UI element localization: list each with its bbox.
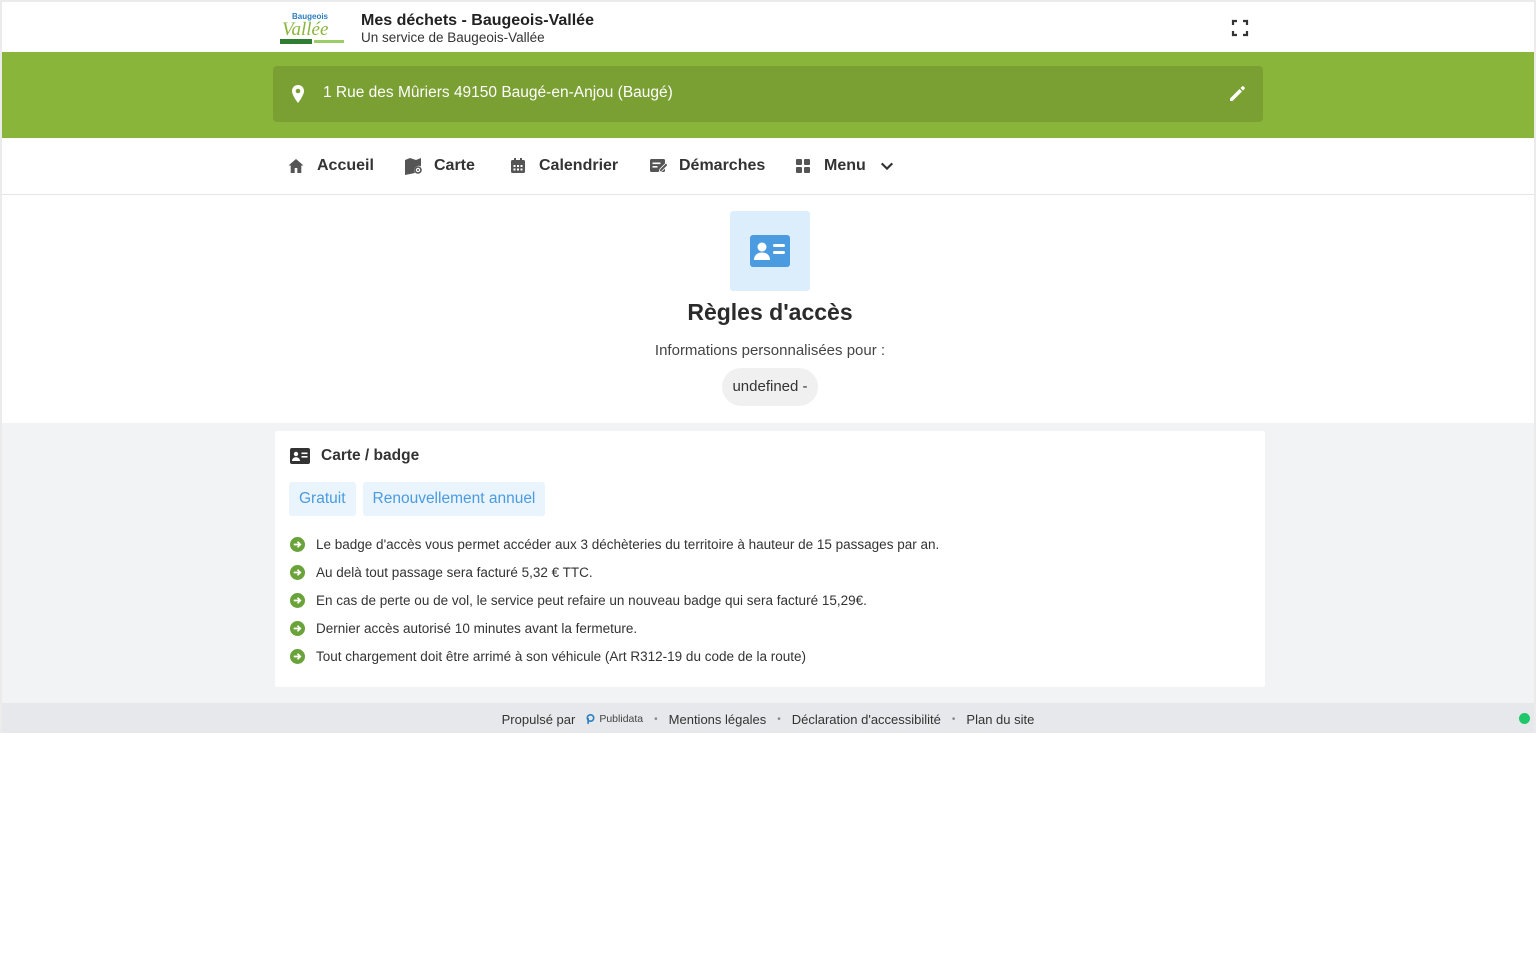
baugeois-vallee-logo: Baugeois Vallée — [280, 12, 344, 44]
nav-item-calendrier[interactable]: Calendrier — [509, 138, 618, 194]
hero-icon-box — [730, 211, 810, 291]
rule-text: Tout chargement doit être arrimé à son v… — [316, 648, 807, 664]
fullscreen-icon[interactable] — [1230, 18, 1250, 38]
page-title: Règles d'accès — [687, 299, 853, 325]
home-icon — [288, 159, 304, 173]
tag-renouvellement: Renouvellement annuel — [362, 482, 546, 516]
access-rules-card: Carte / badge Gratuit Renouvellement ann… — [275, 431, 1265, 687]
address-band: 1 Rue des Mûriers 49150 Baugé-en-Anjou (… — [2, 52, 1534, 138]
calendar-icon — [511, 158, 525, 173]
separator-dot: • — [951, 713, 956, 725]
arrow-circle-right-icon — [290, 536, 305, 552]
header: Baugeois Vallée Mes déchets - Baugeois-V… — [2, 2, 1534, 52]
profile-chip: undefined - — [722, 368, 818, 406]
accessibility-link[interactable]: Déclaration d'accessibilité — [792, 712, 941, 727]
nav-item-demarches[interactable]: Démarches — [649, 138, 765, 194]
rule-text: Au delà tout passage sera facturé 5,32 €… — [316, 564, 593, 580]
separator-dot: • — [654, 713, 658, 725]
pencil-icon[interactable] — [1227, 84, 1247, 104]
app-title: Mes déchets - Baugeois-Vallée — [361, 12, 594, 29]
map-icon — [405, 158, 422, 175]
rule-text: En cas de perte ou de vol, le service pe… — [316, 592, 867, 608]
arrow-circle-right-icon — [290, 620, 305, 636]
publidata-link[interactable]: Publidata — [585, 713, 643, 725]
list-item: Le badge d'accès vous permet accéder aux… — [290, 530, 939, 558]
nav-item-carte[interactable]: Carte — [404, 138, 475, 194]
page-subtitle: Informations personnalisées pour : — [654, 342, 886, 359]
card-header: Carte / badge — [290, 447, 419, 465]
nav-item-menu[interactable]: Menu — [794, 138, 895, 194]
location-pin-icon — [292, 85, 304, 103]
sitemap-link[interactable]: Plan du site — [966, 712, 1034, 727]
main-nav: Accueil Carte Calendrier Démarches Menu — [2, 138, 1534, 195]
nav-label: Démarches — [679, 157, 766, 174]
id-card-icon — [750, 235, 790, 267]
nav-label: Menu — [824, 157, 866, 174]
list-item: Au delà tout passage sera facturé 5,32 €… — [290, 558, 939, 586]
powered-by-text: Propulsé par — [501, 711, 576, 727]
status-indicator — [1519, 713, 1530, 724]
nav-item-accueil[interactable]: Accueil — [287, 138, 374, 194]
nav-label: Calendrier — [539, 157, 619, 174]
app-subtitle: Un service de Baugeois-Vallée — [361, 30, 545, 45]
content-area: Carte / badge Gratuit Renouvellement ann… — [2, 423, 1534, 703]
svg-text:Vallée: Vallée — [282, 19, 328, 40]
list-item: En cas de perte ou de vol, le service pe… — [290, 586, 939, 614]
arrow-circle-right-icon — [290, 564, 305, 580]
app-frame: Baugeois Vallée Mes déchets - Baugeois-V… — [0, 0, 1536, 733]
address-text: 1 Rue des Mûriers 49150 Baugé-en-Anjou (… — [323, 84, 673, 101]
grid-icon — [796, 159, 810, 173]
chevron-down-icon — [880, 162, 893, 171]
separator-dot: • — [777, 713, 781, 725]
rule-text: Le badge d'accès vous permet accéder aux… — [316, 536, 940, 552]
publidata-label: Publidata — [599, 713, 644, 725]
form-icon — [650, 159, 667, 173]
card-title: Carte / badge — [321, 447, 420, 464]
tag-gratuit: Gratuit — [289, 482, 356, 516]
nav-label: Accueil — [317, 157, 374, 174]
id-card-icon — [290, 448, 310, 464]
arrow-circle-right-icon — [290, 592, 305, 608]
legal-notice-link[interactable]: Mentions légales — [669, 712, 767, 727]
rule-text: Dernier accès autorisé 10 minutes avant … — [316, 620, 638, 636]
publidata-logo-icon — [586, 714, 595, 724]
arrow-circle-right-icon — [290, 648, 305, 664]
rules-list: Le badge d'accès vous permet accéder aux… — [290, 530, 939, 670]
address-bar[interactable]: 1 Rue des Mûriers 49150 Baugé-en-Anjou (… — [273, 66, 1263, 122]
page-hero: Règles d'accès Informations personnalisé… — [2, 195, 1534, 423]
list-item: Dernier accès autorisé 10 minutes avant … — [290, 614, 939, 642]
tag-list: Gratuit Renouvellement annuel — [289, 482, 546, 516]
nav-label: Carte — [434, 157, 475, 174]
footer: Propulsé par Publidata • Mentions légale… — [2, 703, 1534, 733]
list-item: Tout chargement doit être arrimé à son v… — [290, 642, 939, 670]
